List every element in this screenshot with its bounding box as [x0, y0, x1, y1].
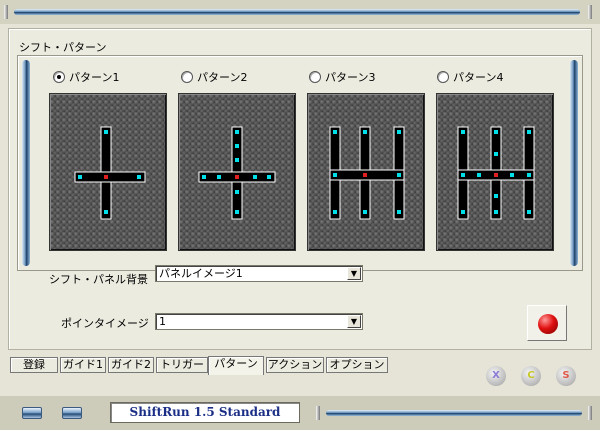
window-icon[interactable] — [62, 407, 82, 419]
shift-gate-diagram — [74, 126, 146, 220]
tab-trigger[interactable]: トリガー — [156, 357, 208, 373]
minimize-icon[interactable] — [22, 407, 42, 419]
chevron-down-icon[interactable]: ▼ — [347, 315, 361, 328]
bottom-tick — [316, 406, 320, 420]
x-button[interactable]: X — [486, 366, 506, 386]
tab-option[interactable]: オプション — [326, 357, 388, 373]
radio-pattern-3[interactable]: パターン3 — [309, 69, 375, 85]
frame-right-tick — [588, 5, 592, 19]
group-label: シフト・パターン — [19, 41, 107, 54]
pattern-2-image[interactable] — [178, 93, 296, 251]
chevron-down-icon[interactable]: ▼ — [347, 267, 361, 280]
pointer-select[interactable]: 1 ▼ — [155, 313, 363, 330]
bottom-bar: ShiftRun 1.5 Standard — [0, 396, 600, 430]
background-select[interactable]: パネルイメージ1 ▼ — [155, 265, 363, 282]
pattern-1-image[interactable] — [49, 93, 167, 251]
app-title: ShiftRun 1.5 Standard — [110, 402, 300, 423]
group-right-tube — [570, 60, 578, 266]
bottom-tube — [326, 410, 582, 416]
background-value: パネルイメージ1 — [159, 267, 243, 280]
pointer-preview-button[interactable] — [527, 305, 567, 341]
top-frame — [0, 0, 600, 24]
top-frame-tube — [14, 9, 580, 15]
background-label: シフト・パネル背景 — [49, 273, 148, 286]
tab-pattern[interactable]: パターン — [208, 356, 264, 375]
radio-dot — [309, 71, 321, 83]
tab-guide2[interactable]: ガイド2 — [108, 357, 154, 373]
group-left-tube — [22, 60, 30, 266]
pattern-3-image[interactable] — [307, 93, 425, 251]
s-button[interactable]: S — [556, 366, 576, 386]
tab-action[interactable]: アクション — [266, 357, 324, 373]
radio-dot — [53, 71, 65, 83]
pointer-value: 1 — [159, 315, 166, 328]
pattern-4-image[interactable] — [436, 93, 554, 251]
radio-label: パターン4 — [453, 71, 504, 84]
shift-gate-diagram — [329, 126, 405, 220]
radio-pattern-2[interactable]: パターン2 — [181, 69, 247, 85]
c-button[interactable]: C — [521, 366, 541, 386]
radio-dot — [181, 71, 193, 83]
pattern-panel: シフト・パターン パターン1 パターン2 パターン3 パターン4 シフト・パネル… — [8, 28, 592, 350]
bottom-tick-right — [588, 406, 592, 420]
tab-register[interactable]: 登録 — [10, 357, 58, 373]
red-ball-icon — [538, 314, 558, 334]
pointer-label: ポインタイメージ — [61, 317, 149, 330]
x-icon: X — [492, 370, 500, 381]
shift-gate-diagram — [457, 126, 535, 220]
tab-guide1[interactable]: ガイド1 — [60, 357, 106, 373]
radio-label: パターン1 — [69, 71, 120, 84]
shift-gate-diagram — [198, 126, 276, 220]
radio-pattern-4[interactable]: パターン4 — [437, 69, 503, 85]
frame-left-tick — [4, 5, 8, 19]
radio-label: パターン3 — [325, 71, 376, 84]
radio-dot — [437, 71, 449, 83]
s-icon: S — [562, 370, 570, 381]
radio-pattern-1[interactable]: パターン1 — [53, 69, 119, 85]
c-icon: C — [527, 370, 535, 381]
radio-label: パターン2 — [197, 71, 248, 84]
